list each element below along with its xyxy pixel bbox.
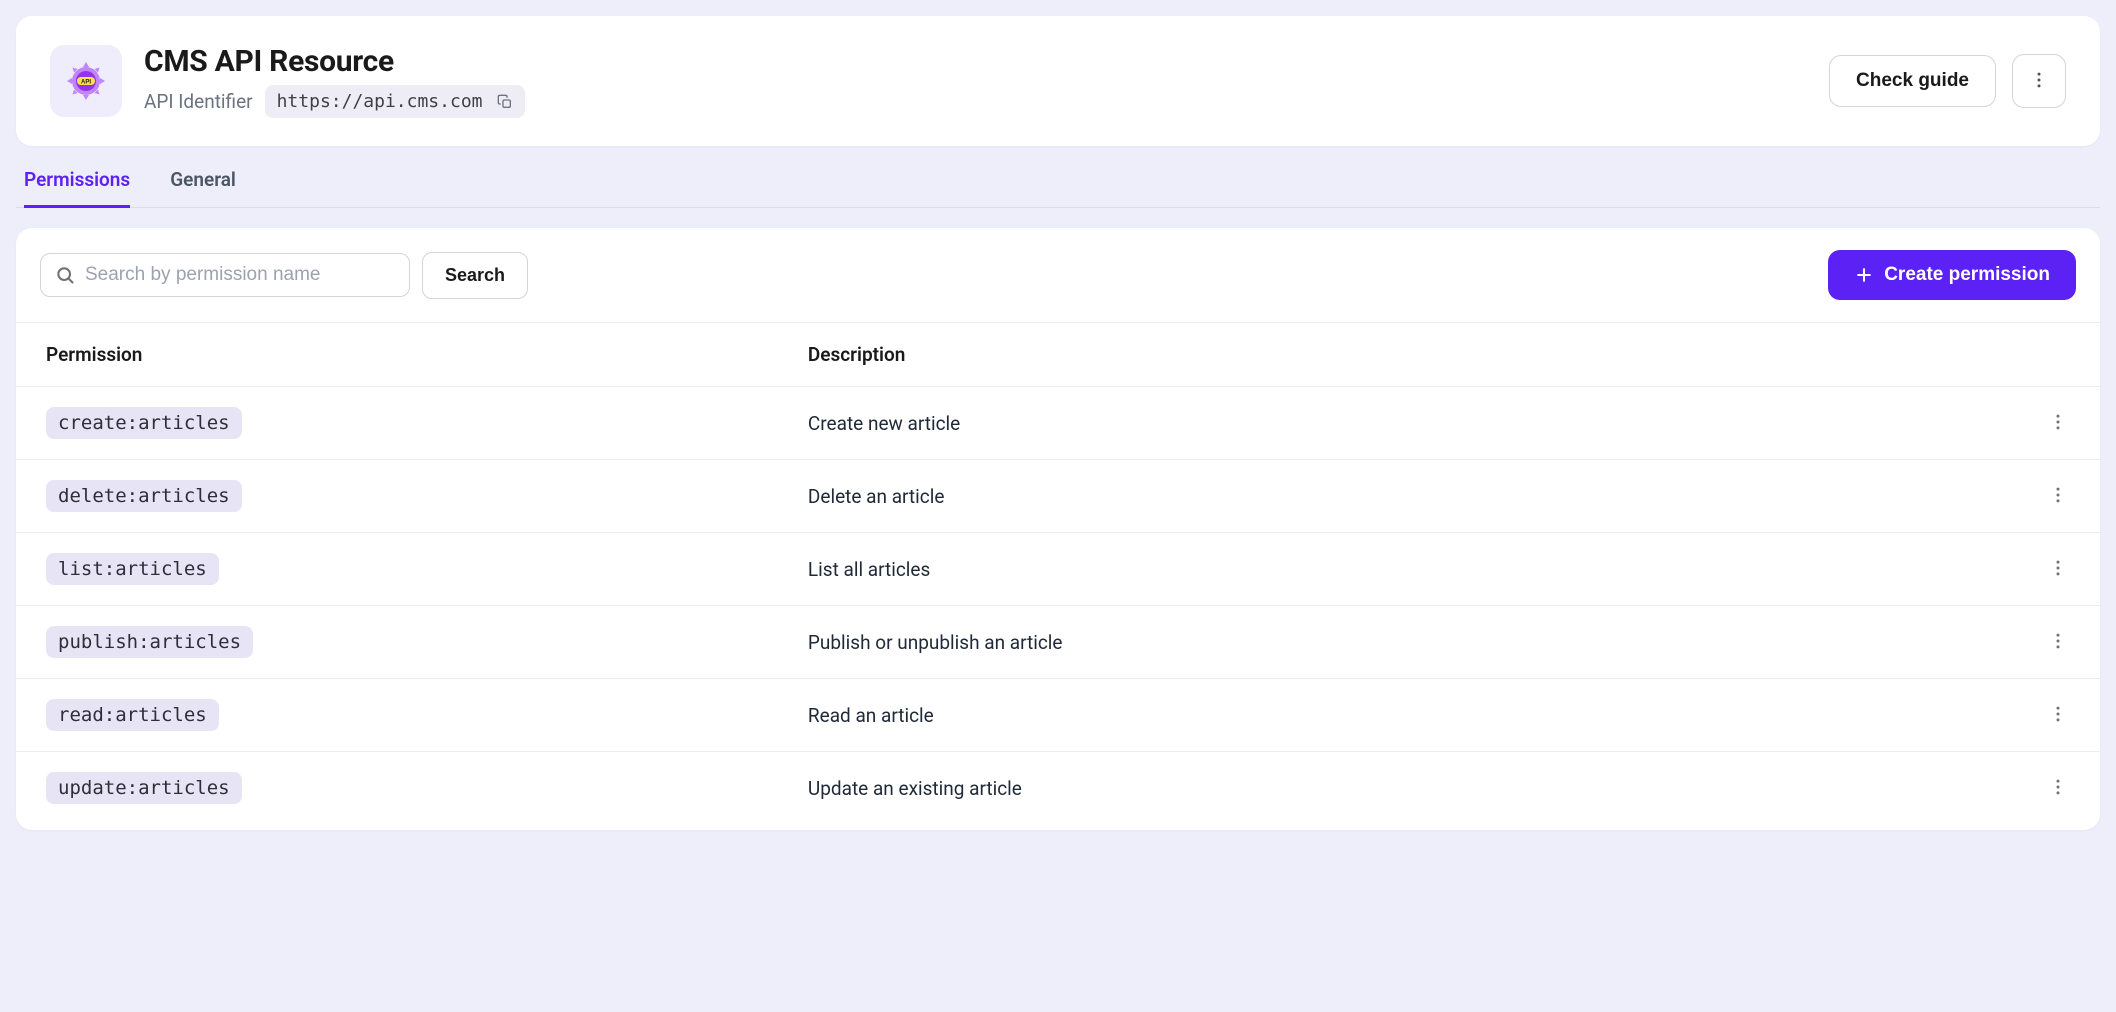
more-vertical-icon bbox=[2029, 78, 2049, 93]
tab-general[interactable]: General bbox=[170, 168, 236, 208]
column-header-permission: Permission bbox=[16, 323, 808, 387]
resource-header: API CMS API Resource API Identifier http… bbox=[16, 16, 2100, 146]
copy-icon[interactable] bbox=[497, 94, 513, 110]
search-input[interactable] bbox=[85, 264, 395, 286]
row-more-menu-button[interactable] bbox=[2040, 624, 2076, 660]
table-row: delete:articles Delete an article bbox=[16, 460, 2100, 533]
permission-tag: list:articles bbox=[46, 553, 219, 585]
column-header-description: Description bbox=[808, 323, 2010, 387]
check-guide-button[interactable]: Check guide bbox=[1829, 55, 1996, 107]
create-permission-button[interactable]: Create permission bbox=[1828, 250, 2076, 300]
api-identifier-label: API Identifier bbox=[144, 90, 253, 113]
more-vertical-icon bbox=[2048, 485, 2068, 508]
page-title: CMS API Resource bbox=[144, 44, 525, 79]
search-input-wrapper[interactable] bbox=[40, 253, 410, 297]
permission-tag: create:articles bbox=[46, 407, 242, 439]
api-gear-icon: API bbox=[50, 45, 122, 117]
permission-description: Read an article bbox=[808, 679, 2010, 752]
table-row: update:articles Update an existing articl… bbox=[16, 752, 2100, 825]
row-more-menu-button[interactable] bbox=[2040, 770, 2076, 806]
plus-icon bbox=[1854, 265, 1874, 285]
more-vertical-icon bbox=[2048, 631, 2068, 654]
create-permission-label: Create permission bbox=[1884, 264, 2050, 286]
table-row: publish:articles Publish or unpublish an … bbox=[16, 606, 2100, 679]
permission-tag: read:articles bbox=[46, 699, 219, 731]
svg-text:API: API bbox=[81, 80, 91, 86]
more-vertical-icon bbox=[2048, 412, 2068, 435]
permissions-table: Permission Description create:articles Cr… bbox=[16, 322, 2100, 824]
row-more-menu-button[interactable] bbox=[2040, 405, 2076, 441]
more-vertical-icon bbox=[2048, 704, 2068, 727]
permission-description: Delete an article bbox=[808, 460, 2010, 533]
row-more-menu-button[interactable] bbox=[2040, 478, 2076, 514]
permission-description: Update an existing article bbox=[808, 752, 2010, 825]
header-more-menu-button[interactable] bbox=[2012, 54, 2066, 108]
permission-description: List all articles bbox=[808, 533, 2010, 606]
row-more-menu-button[interactable] bbox=[2040, 551, 2076, 587]
table-row: read:articles Read an article bbox=[16, 679, 2100, 752]
permissions-panel: Search Create permission Permission Desc… bbox=[16, 228, 2100, 830]
permission-tag: delete:articles bbox=[46, 480, 242, 512]
tab-permissions[interactable]: Permissions bbox=[24, 168, 130, 208]
row-more-menu-button[interactable] bbox=[2040, 697, 2076, 733]
table-row: list:articles List all articles bbox=[16, 533, 2100, 606]
permission-description: Create new article bbox=[808, 387, 2010, 460]
permission-tag: update:articles bbox=[46, 772, 242, 804]
permission-tag: publish:articles bbox=[46, 626, 253, 658]
table-row: create:articles Create new article bbox=[16, 387, 2100, 460]
search-icon bbox=[55, 265, 75, 285]
tab-bar: Permissions General bbox=[16, 146, 2100, 208]
api-identifier-value: https://api.cms.com bbox=[277, 91, 483, 112]
permission-description: Publish or unpublish an article bbox=[808, 606, 2010, 679]
search-button[interactable]: Search bbox=[422, 252, 528, 299]
api-identifier-pill: https://api.cms.com bbox=[265, 85, 525, 118]
more-vertical-icon bbox=[2048, 558, 2068, 581]
more-vertical-icon bbox=[2048, 777, 2068, 800]
